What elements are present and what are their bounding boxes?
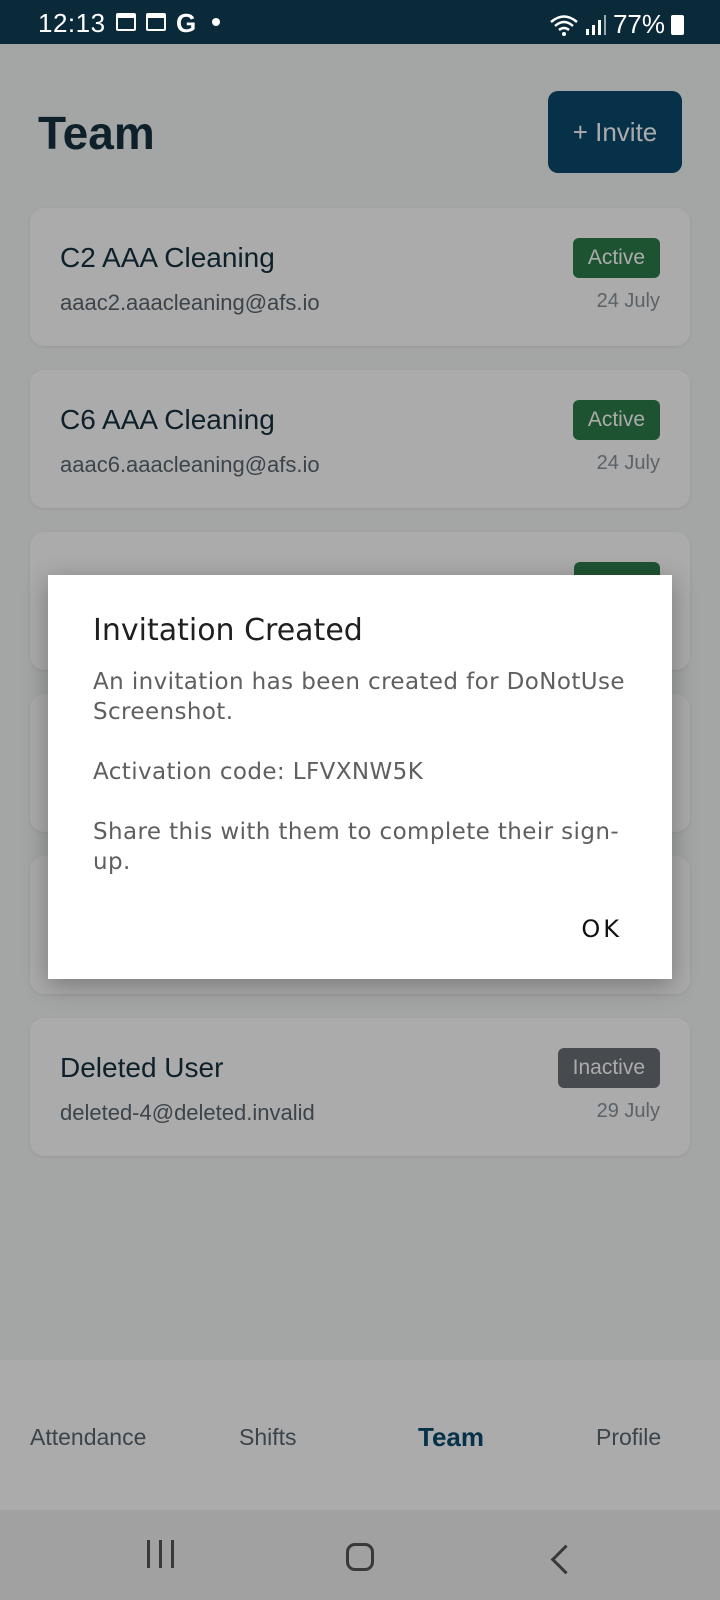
calendar-icon — [116, 13, 136, 31]
status-time: 12:13 — [38, 8, 106, 38]
ok-button[interactable]: OK — [581, 915, 622, 943]
invitation-dialog: Invitation Created An invitation has bee… — [48, 575, 672, 979]
notification-icons: G — [116, 8, 221, 38]
dialog-title: Invitation Created — [93, 613, 363, 648]
dialog-message: An invitation has been created for DoNot… — [93, 669, 625, 725]
activation-code: Activation code: LFVXNW5K — [93, 759, 424, 785]
dialog-body: An invitation has been created for DoNot… — [93, 667, 638, 907]
dialog-instruction: Share this with them to complete their s… — [93, 819, 620, 875]
status-bar: 12:13 G 77% — [0, 0, 720, 44]
google-icon: G — [176, 8, 197, 38]
battery-icon — [671, 14, 684, 35]
signal-icon — [585, 14, 606, 35]
system-icons: 77% — [549, 9, 684, 40]
calendar-icon — [146, 13, 166, 31]
battery-percent: 77% — [612, 9, 665, 39]
more-notifications-dot-icon — [212, 18, 221, 26]
wifi-icon — [550, 14, 578, 36]
